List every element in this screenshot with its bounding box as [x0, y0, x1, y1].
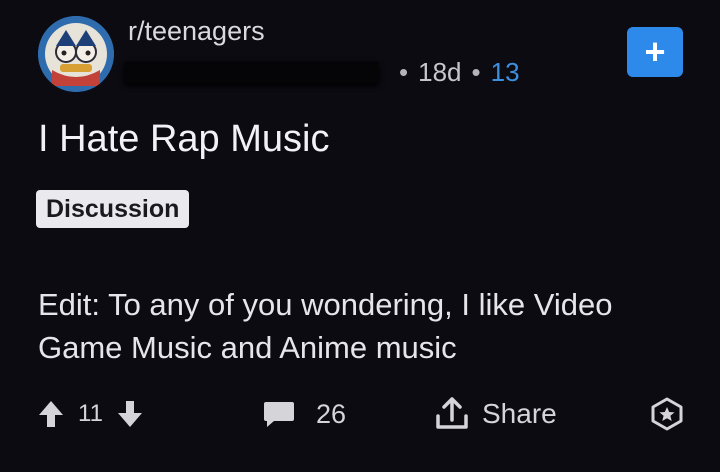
post-flair[interactable]: Discussion	[36, 190, 190, 228]
post-age: 18d	[418, 56, 462, 87]
award-button[interactable]	[650, 388, 684, 440]
comments-button[interactable]: 26	[262, 388, 346, 440]
comment-bubble-icon	[262, 399, 296, 429]
subreddit-name[interactable]: r/teenagers	[128, 16, 265, 47]
vote-group: 11	[38, 388, 143, 440]
share-icon	[434, 396, 470, 432]
arrow-up-icon[interactable]	[38, 399, 64, 429]
arrow-down-icon[interactable]	[117, 399, 143, 429]
comment-count: 26	[316, 398, 347, 429]
meta-count: 13	[490, 56, 520, 87]
share-label: Share	[482, 398, 557, 429]
action-bar: 11 26 Share	[0, 388, 720, 440]
vote-count: 11	[78, 400, 103, 427]
subreddit-avatar[interactable]	[38, 16, 114, 92]
award-icon	[650, 397, 684, 431]
join-button[interactable]: +	[627, 27, 683, 77]
avatar-icon	[38, 16, 114, 92]
share-button[interactable]: Share	[434, 388, 557, 440]
meta-separator: •	[471, 56, 481, 87]
post-meta: • 18d • 13	[124, 56, 520, 88]
post-title[interactable]: I Hate Rap Music	[38, 118, 329, 161]
post-body: Edit: To any of you wondering, I like Vi…	[38, 287, 613, 365]
redacted-username	[124, 61, 379, 83]
plus-icon: +	[644, 31, 666, 72]
post-card: r/teenagers • 18d • 13 + I Hate Rap Musi…	[0, 0, 720, 472]
meta-separator: •	[399, 56, 409, 87]
